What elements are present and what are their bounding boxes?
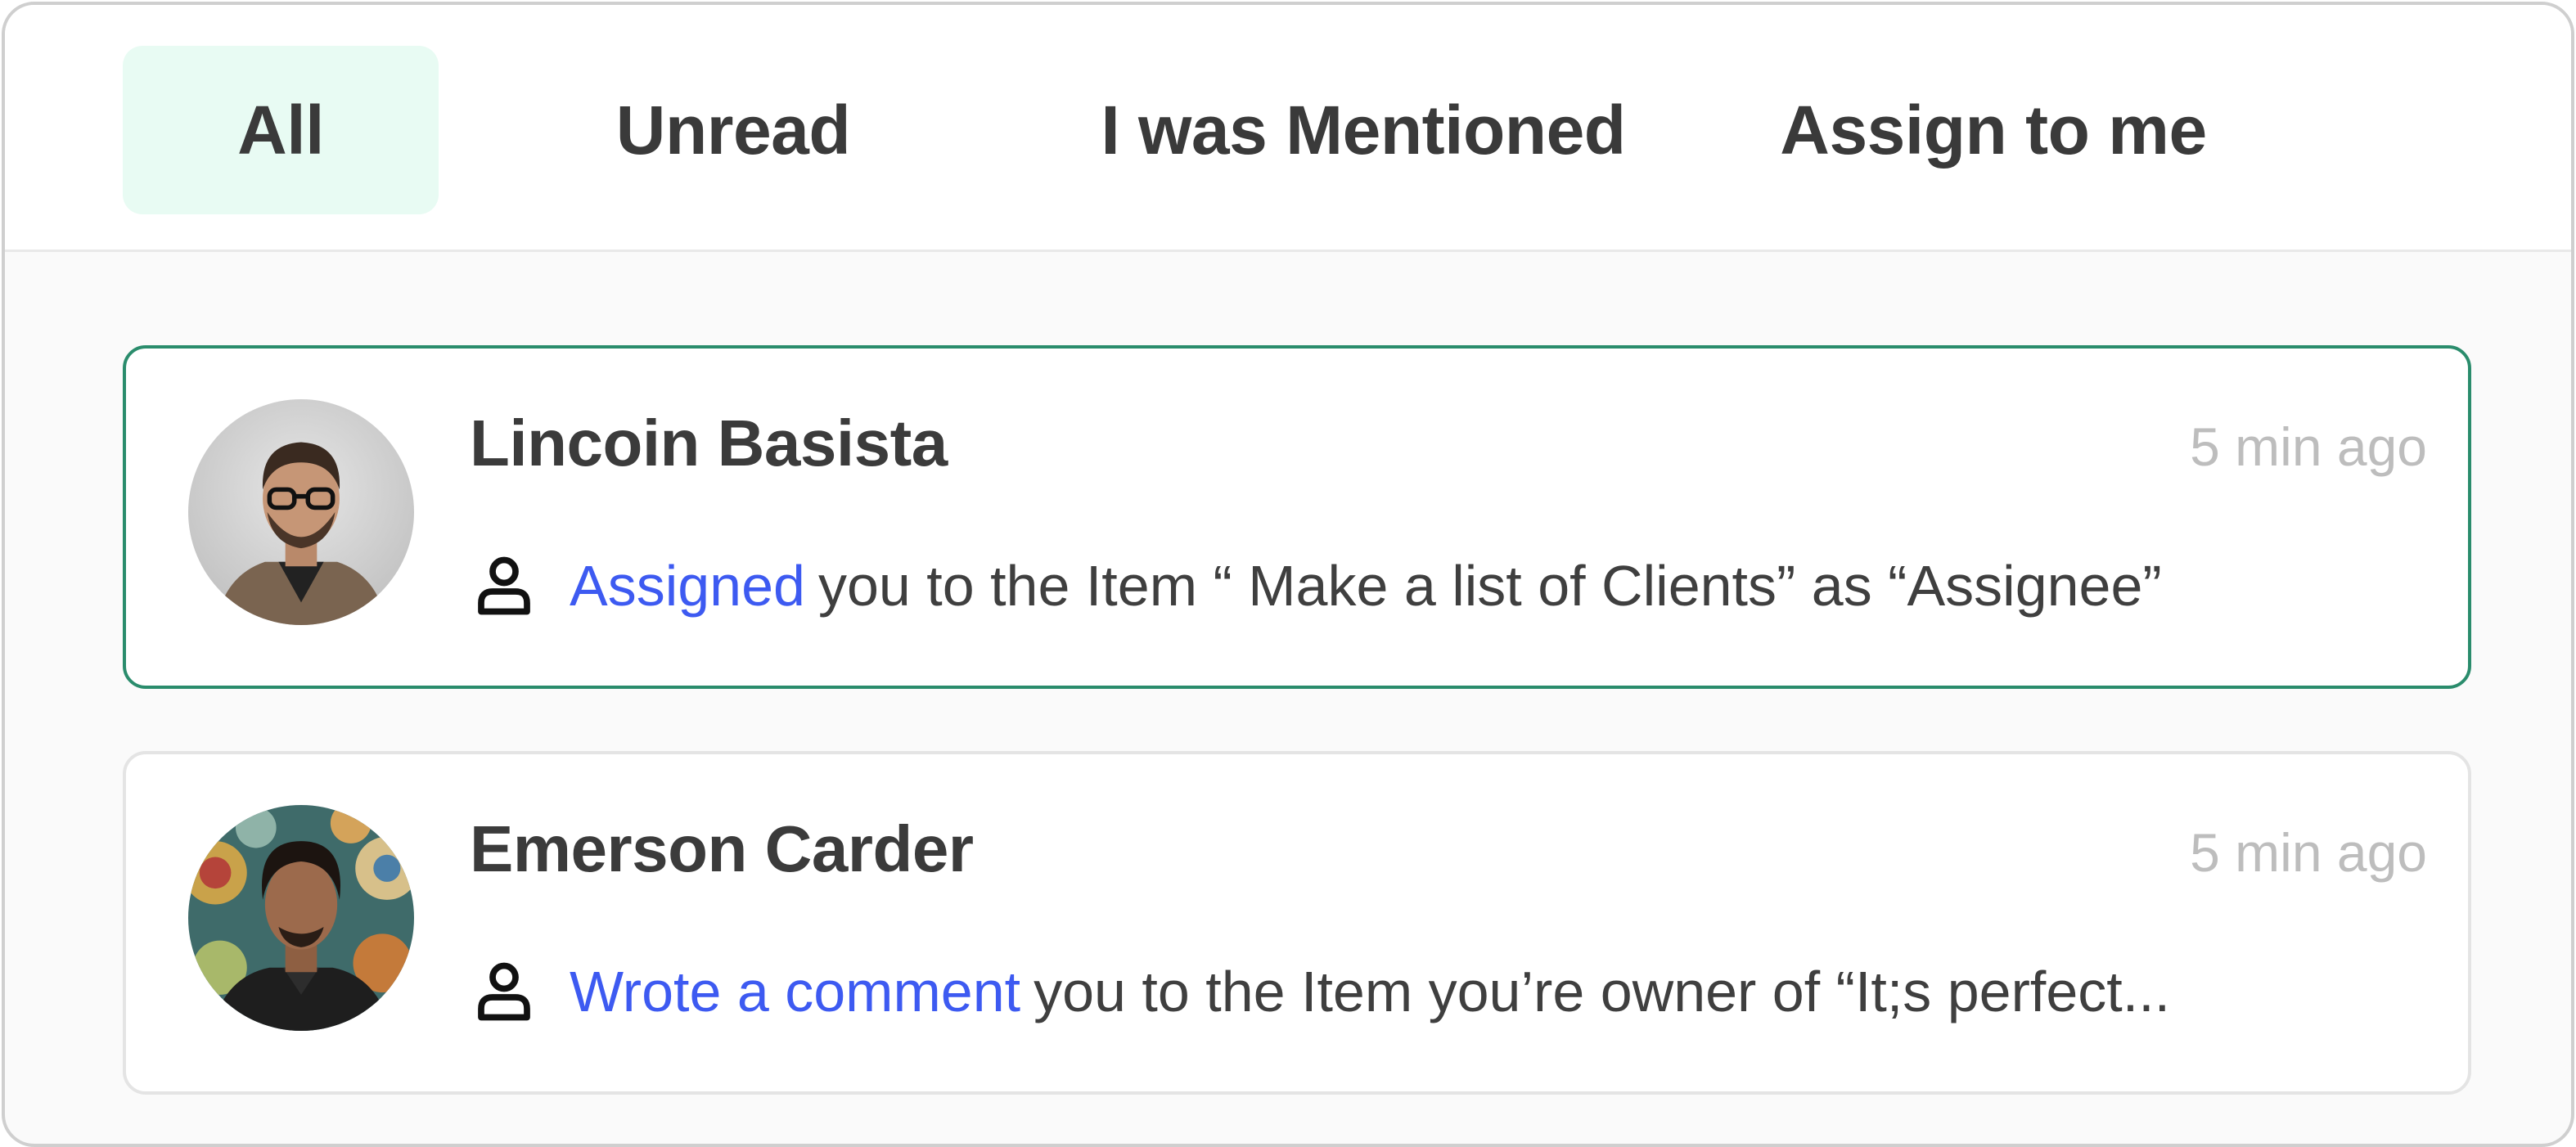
timestamp: 5 min ago xyxy=(2190,822,2427,883)
filter-tabs: All Unread I was Mentioned Assign to me xyxy=(5,5,2571,252)
sender-name: Emerson Carder xyxy=(470,812,974,885)
action-link[interactable]: Wrote a comment xyxy=(570,959,1020,1024)
sender-name: Lincoin Basista xyxy=(470,407,948,479)
avatar xyxy=(188,805,414,1031)
notification-detail: Wrote a comment you to the Item you’re o… xyxy=(470,957,2170,1026)
action-link[interactable]: Assigned xyxy=(570,553,805,618)
tab-assign-to-me[interactable]: Assign to me xyxy=(1756,46,2231,214)
notification-card[interactable]: Emerson Carder 5 min ago Wrote a comment… xyxy=(123,751,2471,1095)
timestamp: 5 min ago xyxy=(2190,416,2427,477)
tab-all[interactable]: All xyxy=(123,46,439,214)
notification-message: you to the Item “ Make a list of Clients… xyxy=(817,554,2162,618)
notification-detail: Assigned you to the Item “ Make a list o… xyxy=(470,551,2162,620)
user-icon xyxy=(470,551,538,620)
avatar xyxy=(188,399,414,625)
user-icon xyxy=(470,957,538,1026)
tab-i-was-mentioned[interactable]: I was Mentioned xyxy=(1061,46,1666,214)
notification-message: you to the Item you’re owner of “It;s pe… xyxy=(1034,960,2171,1023)
notifications-panel: All Unread I was Mentioned Assign to me xyxy=(2,2,2574,1147)
notification-card[interactable]: Lincoin Basista 5 min ago Assigned you t… xyxy=(123,345,2471,689)
tab-unread[interactable]: Unread xyxy=(578,46,889,214)
